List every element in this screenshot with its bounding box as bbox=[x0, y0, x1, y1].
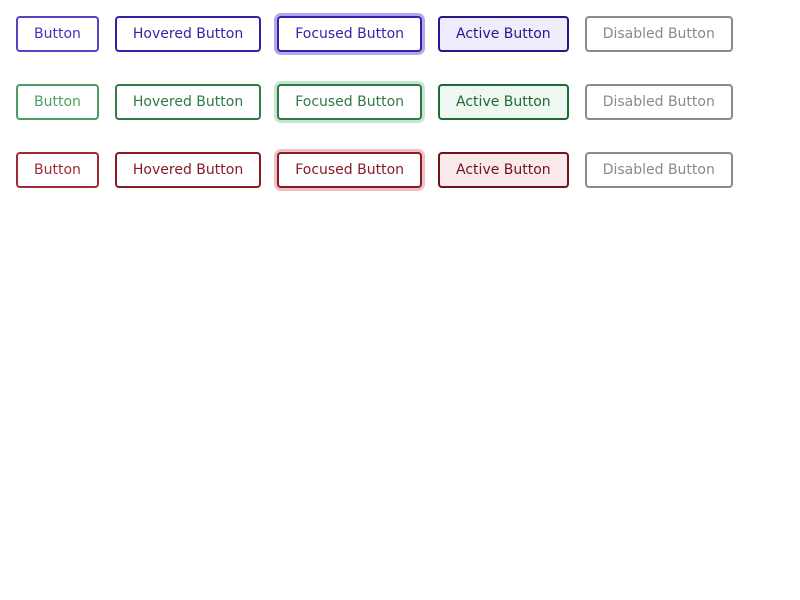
button-row-purple: Button Hovered Button Focused Button Act… bbox=[16, 16, 749, 52]
green-active-button[interactable]: Active Button bbox=[438, 84, 569, 120]
purple-button[interactable]: Button bbox=[16, 16, 99, 52]
green-button[interactable]: Button bbox=[16, 84, 99, 120]
button-row-green: Button Hovered Button Focused Button Act… bbox=[16, 84, 749, 120]
purple-hovered-button[interactable]: Hovered Button bbox=[114, 16, 262, 52]
green-hovered-button[interactable]: Hovered Button bbox=[114, 84, 262, 120]
red-active-button[interactable]: Active Button bbox=[438, 152, 569, 188]
red-focused-button[interactable]: Focused Button bbox=[277, 152, 423, 188]
button-row-red: Button Hovered Button Focused Button Act… bbox=[16, 152, 749, 188]
purple-active-button[interactable]: Active Button bbox=[438, 16, 569, 52]
green-disabled-button: Disabled Button bbox=[584, 84, 733, 120]
red-hovered-button[interactable]: Hovered Button bbox=[114, 152, 262, 188]
red-disabled-button: Disabled Button bbox=[584, 152, 733, 188]
red-button[interactable]: Button bbox=[16, 152, 99, 188]
purple-focused-button[interactable]: Focused Button bbox=[277, 16, 423, 52]
green-focused-button[interactable]: Focused Button bbox=[277, 84, 423, 120]
purple-disabled-button: Disabled Button bbox=[584, 16, 733, 52]
